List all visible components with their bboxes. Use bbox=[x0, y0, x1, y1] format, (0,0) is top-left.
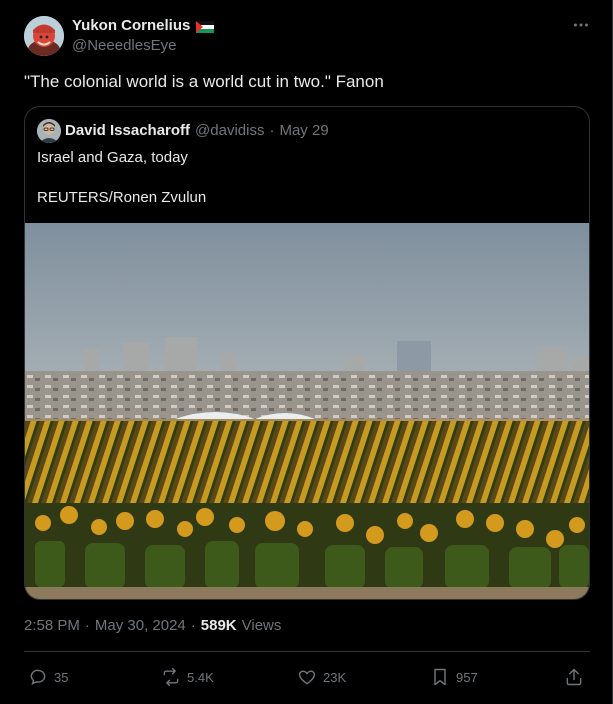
views-label: Views bbox=[241, 617, 282, 634]
repost-count: 5.4K bbox=[187, 669, 214, 685]
more-options-button[interactable] bbox=[570, 14, 592, 36]
reply-icon bbox=[30, 669, 46, 685]
reply-button[interactable]: 35 bbox=[28, 662, 68, 692]
heart-icon bbox=[298, 670, 316, 685]
quoted-photo[interactable] bbox=[25, 223, 589, 599]
more-icon bbox=[574, 23, 588, 27]
share-button[interactable] bbox=[564, 662, 584, 692]
quoted-date[interactable]: May 29 bbox=[279, 122, 328, 139]
tweet-date[interactable]: May 30, 2024 bbox=[95, 617, 186, 634]
quoted-text-line1: Israel and Gaza, today bbox=[37, 149, 188, 166]
quoted-author-handle[interactable]: @davidiss bbox=[195, 122, 264, 139]
bookmark-button[interactable]: 957 bbox=[430, 662, 478, 692]
like-button[interactable]: 23K bbox=[297, 662, 346, 692]
author-name[interactable]: Yukon Cornelius bbox=[72, 17, 215, 34]
author-handle[interactable]: @NeeedlesEye bbox=[72, 37, 176, 54]
repost-button[interactable]: 5.4K bbox=[161, 662, 214, 692]
palestine-flag-icon bbox=[196, 20, 215, 33]
quoted-tweet[interactable]: David Issacharoff @davidiss · May 29 Isr… bbox=[24, 106, 590, 600]
reply-count: 35 bbox=[54, 669, 69, 685]
quoted-author-name[interactable]: David Issacharoff bbox=[65, 122, 190, 139]
views-count: 589K bbox=[200, 617, 237, 634]
meta-separator: · bbox=[84, 617, 90, 634]
action-bar: 35 5.4K 23K 957 bbox=[24, 662, 590, 692]
bookmark-count: 957 bbox=[456, 669, 478, 685]
quoted-author-avatar[interactable] bbox=[37, 119, 61, 143]
quoted-separator: · bbox=[269, 122, 275, 139]
tweet-time[interactable]: 2:58 PM bbox=[24, 617, 80, 634]
tweet-text: "The colonial world is a world cut in tw… bbox=[24, 72, 384, 91]
like-count: 23K bbox=[323, 669, 347, 685]
author-name-text[interactable]: Yukon Cornelius bbox=[72, 17, 190, 34]
quoted-header: David Issacharoff @davidiss · May 29 bbox=[65, 122, 329, 139]
tweet-meta: 2:58 PM · May 30, 2024 · 589K Views bbox=[24, 617, 281, 634]
repost-icon bbox=[163, 667, 179, 687]
author-avatar[interactable] bbox=[24, 16, 64, 56]
meta-separator: · bbox=[190, 617, 196, 634]
tweet-card: Yukon Cornelius @NeeedlesEye "The coloni… bbox=[0, 0, 613, 704]
divider bbox=[24, 651, 590, 652]
bookmark-icon bbox=[434, 668, 446, 686]
share-icon bbox=[566, 668, 582, 686]
quoted-text-line2: REUTERS/Ronen Zvulun bbox=[37, 189, 207, 206]
